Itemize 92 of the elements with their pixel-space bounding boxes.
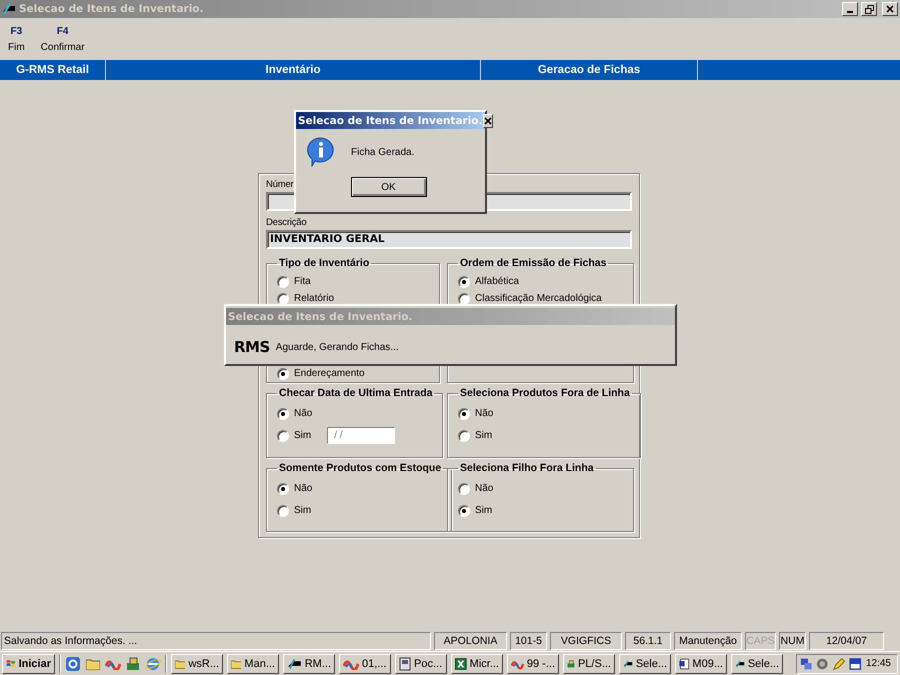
radio-button[interactable]	[277, 368, 289, 380]
rms-app-icon	[287, 658, 302, 670]
close-button[interactable]	[882, 2, 898, 16]
status-panel: 101-5	[510, 632, 547, 650]
group-title: Tipo de Inventário	[278, 257, 370, 269]
pencil-icon[interactable]	[832, 656, 846, 670]
network-icon[interactable]	[800, 656, 812, 670]
group-title: Seleciona Produtos Fora de Linha	[459, 387, 631, 399]
status-panel: NUM	[779, 632, 806, 650]
folder-icon[interactable]	[86, 658, 100, 670]
status-message: Salvando as Informações. ...	[1, 632, 431, 650]
clock: 12:45	[866, 658, 891, 669]
radio-option[interactable]: Sim	[458, 504, 492, 516]
window-title: Selecao de Itens de Inventario.	[19, 3, 205, 15]
header-cell: G-RMS Retail	[0, 60, 106, 80]
taskbar-button[interactable]: Sele...	[731, 654, 783, 674]
close-icon	[484, 116, 492, 124]
taskbar-button[interactable]: PL/S...	[563, 654, 615, 674]
logo: RMS	[234, 338, 270, 356]
speaker-icon[interactable]	[816, 656, 829, 670]
radio-button[interactable]	[277, 276, 289, 288]
radio-option[interactable]: Sim	[277, 430, 312, 442]
close-button[interactable]	[482, 114, 493, 128]
flag-icon	[6, 657, 16, 670]
device-icon	[399, 656, 411, 670]
radio-option[interactable]: Não	[277, 482, 312, 494]
radio-option[interactable]: Fita	[277, 276, 311, 288]
date-field[interactable]: / /	[327, 427, 396, 444]
group-title: Checar Data de Ultima Entrada	[278, 387, 434, 399]
radio-option[interactable]: Não	[277, 408, 312, 420]
taskbar-button[interactable]: M09...	[675, 654, 727, 674]
group-title: Seleciona Filho Fora Linha	[459, 462, 595, 474]
status-panel: Manutenção	[674, 632, 742, 650]
taskbar-button[interactable]: Poc...	[395, 654, 447, 674]
group-title: Somente Produtos com Estoque	[278, 462, 442, 474]
dialog-message: Ficha Gerada.	[351, 146, 414, 158]
dialog-message: Aguarde, Gerando Fichas...	[276, 342, 399, 352]
folder-icon	[231, 658, 242, 670]
dialog-title: Selecao de Itens de Inventario.	[228, 310, 413, 322]
radio-button[interactable]	[458, 430, 470, 442]
radio-button[interactable]	[458, 276, 470, 288]
radio-button[interactable]	[458, 408, 470, 420]
radio-button[interactable]	[277, 292, 289, 304]
radio-option[interactable]: Endereçamento	[277, 368, 365, 380]
ok-button[interactable]: OK	[350, 177, 426, 197]
minimize-button[interactable]	[842, 2, 858, 16]
taskbar-button[interactable]: Sele...	[619, 654, 671, 674]
radio-button[interactable]	[277, 482, 289, 494]
header-cell: Geracao de Fichas	[481, 60, 698, 80]
radio-button[interactable]	[277, 408, 289, 420]
swirl-icon	[343, 658, 359, 670]
taskbar-button[interactable]: RM...	[283, 654, 335, 674]
radio-option[interactable]: Sim	[277, 504, 312, 516]
radio-option[interactable]: Alfabética	[458, 276, 519, 288]
taskbar-button[interactable]: 99 -...	[507, 654, 559, 674]
toolbar-button[interactable]: F3 Fim	[4, 24, 29, 54]
restore-icon	[864, 4, 874, 14]
radio-button[interactable]	[458, 482, 470, 494]
status-panel: 56.1.1	[625, 632, 671, 650]
dialog-title: Selecao de Itens de Inventario.	[298, 114, 483, 126]
info-icon	[306, 137, 336, 167]
spreadsheet-icon	[455, 656, 467, 670]
description-field[interactable]: INVENTARIO GERAL	[266, 230, 632, 249]
taskbar-button[interactable]: 01,...	[339, 654, 391, 674]
status-panel: APOLONIA	[434, 632, 507, 650]
radio-option[interactable]: Sim	[458, 430, 492, 442]
taskbar-button[interactable]: Man...	[227, 654, 279, 674]
taskbar-button[interactable]: Micr...	[451, 654, 503, 674]
radio-button[interactable]	[277, 504, 289, 516]
radio-option[interactable]: Não	[458, 408, 494, 420]
database-icon[interactable]	[126, 656, 140, 670]
radio-button[interactable]	[458, 292, 470, 304]
restore-button[interactable]	[861, 2, 877, 16]
app-icon	[2, 3, 16, 15]
calendar-icon[interactable]	[849, 656, 862, 670]
swirl-icon[interactable]	[105, 658, 121, 670]
start-button[interactable]: Iniciar	[2, 654, 55, 674]
radio-option[interactable]: Não	[458, 482, 494, 494]
folder-icon	[175, 658, 186, 670]
toolbar-button[interactable]: F4 Confirmar	[36, 24, 89, 54]
taskbar-button[interactable]: wsR...	[171, 654, 223, 674]
document-icon	[679, 656, 690, 670]
field-label: Descrição	[266, 217, 306, 230]
field-label: Númer	[266, 179, 294, 192]
radio-button[interactable]	[277, 430, 289, 442]
close-icon	[886, 5, 894, 13]
group-title: Ordem de Emissão de Fichas	[459, 257, 608, 269]
status-panel: VGIGFICS	[550, 632, 622, 650]
radio-button[interactable]	[458, 504, 470, 516]
status-panel: 12/04/07	[809, 632, 884, 650]
browser-icon[interactable]	[145, 656, 161, 672]
header-cell: Inventário	[106, 60, 481, 80]
